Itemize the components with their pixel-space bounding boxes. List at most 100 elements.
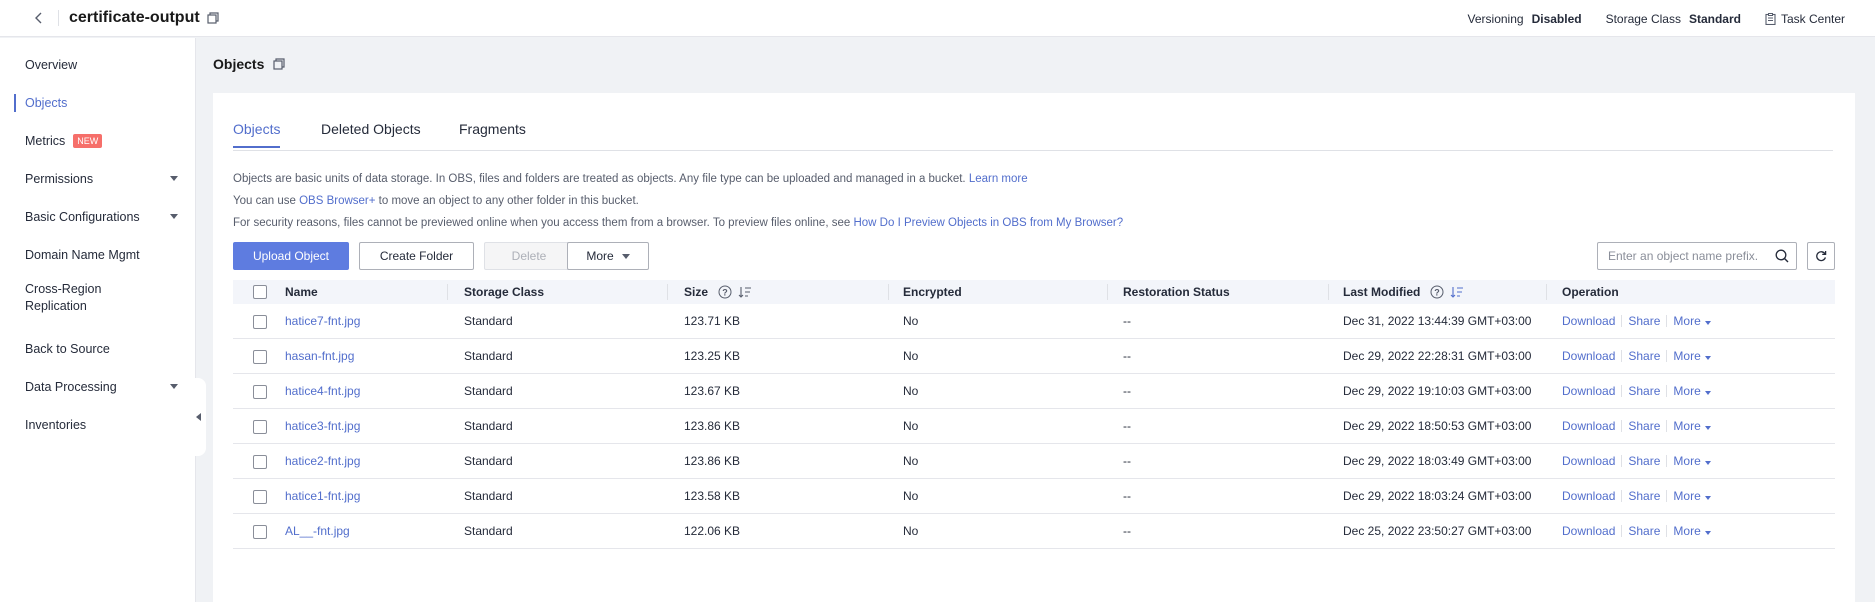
object-name-link[interactable]: hatice3-fnt.jpg	[285, 409, 360, 443]
caret-down-icon	[170, 214, 178, 219]
back-arrow-icon[interactable]	[28, 7, 50, 29]
download-link[interactable]: Download	[1562, 454, 1615, 468]
row-checkbox[interactable]	[253, 385, 267, 399]
storage-class-cell: Standard	[464, 314, 513, 328]
column-header-last-modified[interactable]: Last Modified ?	[1343, 280, 1464, 304]
learn-more-link[interactable]: Learn more	[969, 173, 1028, 185]
upload-object-button[interactable]: Upload Object	[233, 242, 349, 270]
share-link[interactable]: Share	[1628, 454, 1660, 468]
row-checkbox[interactable]	[253, 350, 267, 364]
column-header-name[interactable]: Name	[285, 280, 318, 304]
sidebar-item-permissions[interactable]: Permissions	[0, 160, 196, 198]
tab-objects[interactable]: Objects	[233, 121, 281, 148]
encrypted-cell: No	[903, 314, 919, 328]
delete-button[interactable]: Delete	[484, 242, 574, 270]
sidebar-item-basic-configurations[interactable]: Basic Configurations	[0, 198, 196, 236]
row-checkbox[interactable]	[253, 420, 267, 434]
column-header-size[interactable]: Size ?	[684, 280, 752, 304]
download-link[interactable]: Download	[1562, 349, 1615, 363]
object-name-link[interactable]: hatice4-fnt.jpg	[285, 374, 360, 408]
download-link[interactable]: Download	[1562, 419, 1615, 433]
divider	[1666, 420, 1668, 432]
object-name-link[interactable]: hatice1-fnt.jpg	[285, 479, 360, 513]
download-link[interactable]: Download	[1562, 524, 1615, 538]
divider	[1621, 525, 1623, 537]
sidebar-item-cross-region-replication[interactable]: Cross-Region Replication	[0, 276, 140, 320]
tab-deleted-objects[interactable]: Deleted Objects	[321, 121, 421, 147]
operation-cell: Download Share More	[1562, 304, 1711, 338]
more-dropdown[interactable]: More	[1673, 384, 1711, 398]
select-all-checkbox[interactable]	[253, 285, 267, 299]
column-divider	[1328, 284, 1329, 300]
share-link[interactable]: Share	[1628, 419, 1660, 433]
sidebar-item-back-to-source[interactable]: Back to Source	[0, 330, 196, 368]
object-name-link[interactable]: AL__-fnt.jpg	[285, 514, 350, 548]
copy-icon[interactable]	[272, 57, 286, 71]
sidebar-item-domain-name-mgmt[interactable]: Domain Name Mgmt	[0, 236, 196, 274]
more-dropdown[interactable]: More	[1673, 349, 1711, 363]
caret-down-icon	[1704, 426, 1711, 430]
sort-icon[interactable]	[738, 286, 752, 298]
refresh-icon	[1816, 251, 1827, 262]
caret-down-icon	[170, 384, 178, 389]
help-icon[interactable]: ?	[718, 285, 732, 299]
sidebar-item-label: Back to Source	[25, 342, 110, 356]
sort-desc-icon[interactable]	[1450, 286, 1464, 298]
download-link[interactable]: Download	[1562, 489, 1615, 503]
row-checkbox[interactable]	[253, 525, 267, 539]
storage-class-value: Standard	[1688, 11, 1741, 26]
task-center-label: Task Center	[1780, 11, 1845, 26]
obs-browser-link[interactable]: OBS Browser+	[299, 195, 375, 207]
restoration-status-cell: --	[1123, 419, 1131, 433]
refresh-button[interactable]	[1807, 242, 1835, 270]
divider	[58, 10, 59, 26]
task-center-link[interactable]: Task Center	[1765, 12, 1845, 26]
object-name-link[interactable]: hatice2-fnt.jpg	[285, 444, 360, 478]
object-name-link[interactable]: hasan-fnt.jpg	[285, 339, 354, 373]
row-checkbox[interactable]	[253, 490, 267, 504]
download-link[interactable]: Download	[1562, 384, 1615, 398]
encrypted-cell: No	[903, 384, 919, 398]
row-checkbox[interactable]	[253, 315, 267, 329]
download-link[interactable]: Download	[1562, 314, 1615, 328]
bucket-properties: Versioning Disabled Storage Class Standa…	[1468, 0, 1875, 37]
more-button[interactable]: More	[567, 242, 649, 270]
column-header-encrypted[interactable]: Encrypted	[903, 280, 962, 304]
help-icon[interactable]: ?	[1430, 285, 1444, 299]
tab-fragments[interactable]: Fragments	[459, 121, 526, 147]
caret-down-icon	[170, 176, 178, 181]
operation-cell: Download Share More	[1562, 409, 1711, 443]
sidebar-item-overview[interactable]: Overview	[0, 46, 196, 84]
caret-down-icon	[1704, 391, 1711, 395]
preview-help-link[interactable]: How Do I Preview Objects in OBS from My …	[853, 217, 1123, 229]
sidebar-item-data-processing[interactable]: Data Processing	[0, 368, 196, 406]
more-dropdown[interactable]: More	[1673, 524, 1711, 538]
create-folder-button[interactable]: Create Folder	[359, 242, 474, 270]
column-header-restoration-status[interactable]: Restoration Status	[1123, 280, 1230, 304]
share-link[interactable]: Share	[1628, 314, 1660, 328]
row-checkbox[interactable]	[253, 455, 267, 469]
search-icon[interactable]	[1768, 243, 1796, 269]
last-modified-cell: Dec 31, 2022 13:44:39 GMT+03:00	[1343, 314, 1532, 328]
more-dropdown[interactable]: More	[1673, 419, 1711, 433]
sidebar-item-inventories[interactable]: Inventories	[0, 406, 196, 444]
sidebar-item-objects[interactable]: Objects	[0, 84, 196, 122]
more-dropdown[interactable]: More	[1673, 454, 1711, 468]
object-name-link[interactable]: hatice7-fnt.jpg	[285, 304, 360, 338]
svg-text:?: ?	[1435, 288, 1441, 298]
share-link[interactable]: Share	[1628, 524, 1660, 538]
sidebar-collapse-handle[interactable]	[190, 378, 206, 456]
description-text: For security reasons, files cannot be pr…	[233, 217, 851, 229]
column-header-storage-class[interactable]: Storage Class	[464, 280, 544, 304]
objects-panel: Objects Deleted Objects Fragments Object…	[213, 93, 1855, 602]
more-dropdown[interactable]: More	[1673, 314, 1711, 328]
divider	[1666, 350, 1668, 362]
share-link[interactable]: Share	[1628, 349, 1660, 363]
size-cell: 123.86 KB	[684, 454, 741, 468]
search-input[interactable]	[1598, 243, 1768, 269]
more-dropdown[interactable]: More	[1673, 489, 1711, 503]
sidebar-item-metrics[interactable]: Metrics NEW	[0, 122, 196, 160]
share-link[interactable]: Share	[1628, 384, 1660, 398]
copy-icon[interactable]	[206, 11, 220, 25]
share-link[interactable]: Share	[1628, 489, 1660, 503]
